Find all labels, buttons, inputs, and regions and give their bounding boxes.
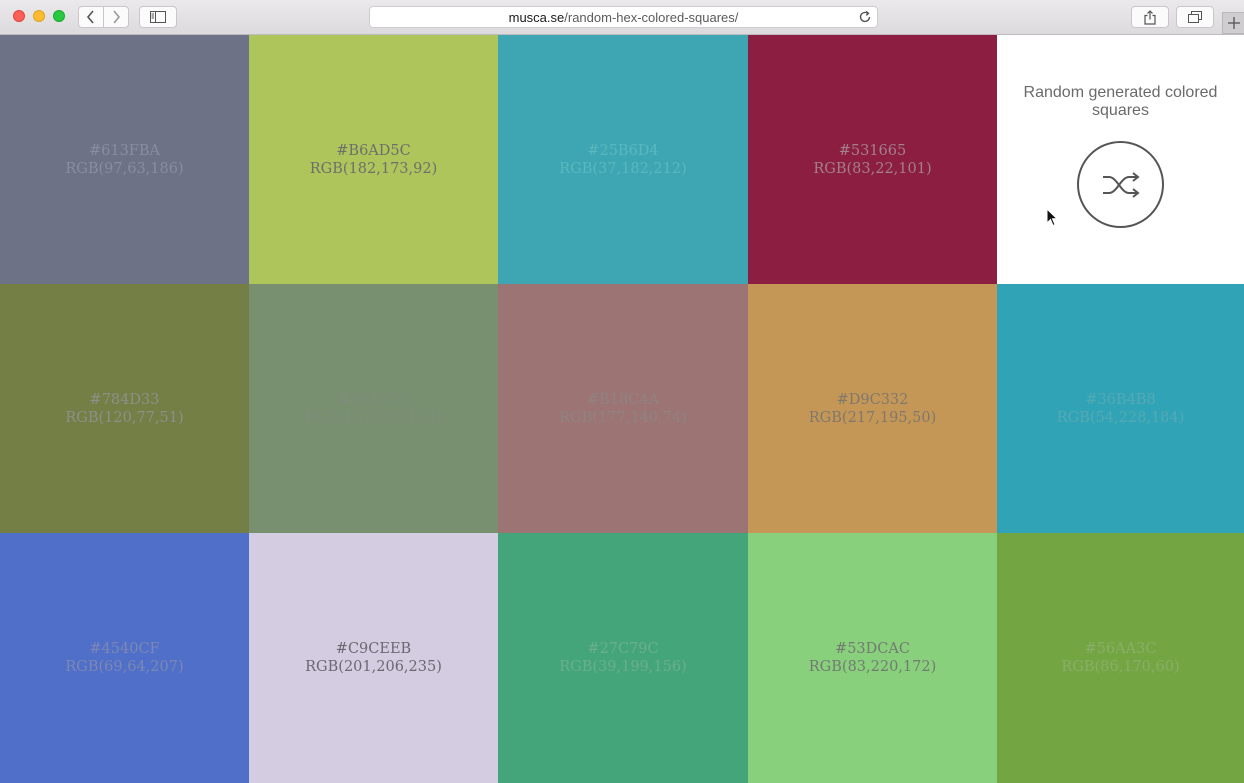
- tile-hex-label: #D9C332: [836, 391, 909, 408]
- show-tabs-button[interactable]: [1176, 6, 1214, 28]
- tile-hex-label: #89A37C: [338, 391, 409, 408]
- tile-rgb-label: RGB(97,63,186): [65, 160, 184, 177]
- tile-hex-label: #C9CEEB: [335, 641, 412, 657]
- share-icon: [1144, 9, 1156, 25]
- tile-hex-label: #25B6D4: [587, 142, 659, 159]
- shuffle-button[interactable]: [1077, 141, 1164, 228]
- forward-button[interactable]: [103, 6, 129, 28]
- color-tile: #B6AD5C RGB(182,173,92): [249, 35, 498, 284]
- color-squares-grid: Random generated colored squares #613FBA…: [0, 35, 1244, 783]
- mouse-pointer-icon: [1046, 208, 1058, 227]
- tile-rgb-label: RGB(217,195,50): [808, 409, 937, 426]
- tile-hex-label: #36B4B8: [1085, 391, 1156, 408]
- color-tile: #27C79C RGB(39,199,156): [498, 533, 748, 783]
- tile-rgb-label: RGB(182,173,92): [309, 160, 438, 177]
- tile-hex-label: #53DCAC: [835, 641, 910, 657]
- chevron-right-icon: [113, 10, 121, 24]
- color-tile: #89A37C RGB(137,163,124): [249, 284, 498, 533]
- address-bar[interactable]: musca.se/random-hex-colored-squares/: [369, 6, 878, 28]
- tile-hex-label: #27C79C: [587, 641, 659, 657]
- tile-rgb-label: RGB(54,228,184): [1056, 409, 1185, 426]
- sidebar-toggle-button[interactable]: [139, 6, 177, 28]
- color-tile: #C9CEEB RGB(201,206,235): [249, 533, 498, 783]
- color-tile: #4540CF RGB(69,64,207): [0, 533, 249, 783]
- page-title: Random generated colored squares: [1023, 84, 1218, 119]
- tile-hex-label: #56AA3C: [1084, 641, 1157, 657]
- tile-rgb-label: RGB(177,140,74): [559, 409, 687, 426]
- share-button[interactable]: [1131, 6, 1169, 28]
- color-tile: #613FBA RGB(97,63,186): [0, 35, 249, 284]
- tile-rgb-label: RGB(69,64,207): [65, 659, 184, 675]
- tile-hex-label: #B18C4A: [586, 391, 660, 408]
- tile-rgb-label: RGB(37,182,212): [559, 160, 687, 177]
- sidebar-icon: [150, 11, 166, 23]
- window-minimize-button[interactable]: [33, 10, 45, 22]
- info-panel: Random generated colored squares: [997, 35, 1244, 284]
- shuffle-icon: [1102, 171, 1140, 198]
- window-close-button[interactable]: [13, 10, 25, 22]
- back-button[interactable]: [78, 6, 104, 28]
- color-tile: #56AA3C RGB(86,170,60): [997, 533, 1244, 783]
- tabs-icon: [1188, 11, 1202, 23]
- reload-icon[interactable]: [858, 10, 872, 24]
- tile-rgb-label: RGB(39,199,156): [559, 659, 687, 675]
- chevron-left-icon: [86, 10, 94, 24]
- color-tile: #784D33 RGB(120,77,51): [0, 284, 249, 533]
- color-tile: #25B6D4 RGB(37,182,212): [498, 35, 748, 284]
- tile-rgb-label: RGB(137,163,124): [305, 409, 442, 426]
- tile-hex-label: #613FBA: [88, 142, 160, 159]
- url-path: /random-hex-colored-squares/: [564, 9, 739, 25]
- color-tile: #53DCAC RGB(83,220,172): [748, 533, 997, 783]
- tile-rgb-label: RGB(120,77,51): [65, 409, 184, 426]
- tile-rgb-label: RGB(201,206,235): [305, 659, 442, 675]
- url-domain: musca.se: [508, 9, 565, 25]
- tile-hex-label: #784D33: [89, 391, 160, 408]
- plus-icon: [1227, 17, 1240, 29]
- tile-rgb-label: RGB(86,170,60): [1061, 659, 1180, 675]
- new-tab-button[interactable]: [1222, 12, 1244, 34]
- browser-toolbar: musca.se/random-hex-colored-squares/: [0, 0, 1244, 35]
- tile-hex-label: #531665: [838, 142, 907, 159]
- tile-hex-label: #B6AD5C: [336, 142, 411, 159]
- color-tile: #B18C4A RGB(177,140,74): [498, 284, 748, 533]
- color-tile: #531665 RGB(83,22,101): [748, 35, 997, 284]
- tile-rgb-label: RGB(83,22,101): [813, 160, 932, 177]
- tile-hex-label: #4540CF: [89, 641, 160, 657]
- window-maximize-button[interactable]: [53, 10, 65, 22]
- tile-rgb-label: RGB(83,220,172): [808, 659, 937, 675]
- color-tile: #D9C332 RGB(217,195,50): [748, 284, 997, 533]
- color-tile: #36B4B8 RGB(54,228,184): [997, 284, 1244, 533]
